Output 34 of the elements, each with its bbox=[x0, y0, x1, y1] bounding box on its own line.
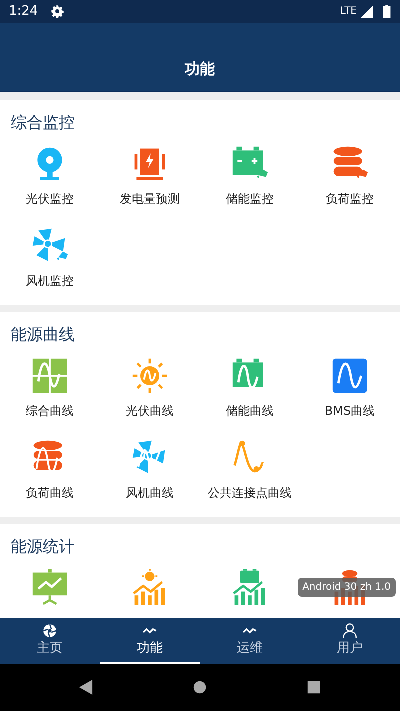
function-label[interactable]: BMS曲线 bbox=[324, 402, 376, 420]
battery-icon bbox=[383, 5, 391, 18]
recents-icon[interactable] bbox=[307, 680, 321, 695]
network-label: LTE bbox=[340, 6, 357, 17]
function-label[interactable]: 发电量预测 bbox=[120, 190, 180, 208]
sun-curve-icon[interactable] bbox=[131, 357, 169, 395]
function-label[interactable]: 负荷曲线 bbox=[26, 484, 74, 502]
function-label[interactable]: 综合曲线 bbox=[26, 402, 74, 420]
function-label[interactable]: 储能曲线 bbox=[226, 402, 274, 420]
nav-tab[interactable]: 用户 bbox=[300, 618, 400, 664]
function-label[interactable]: 负荷监控 bbox=[326, 190, 374, 208]
section-title: 能源曲线 bbox=[11, 324, 76, 346]
nav-tab[interactable]: 运维 bbox=[200, 618, 300, 664]
signal-icon bbox=[361, 6, 373, 18]
chart-board-icon[interactable] bbox=[31, 569, 69, 607]
aperture-icon bbox=[42, 623, 58, 639]
user-icon bbox=[342, 623, 358, 639]
section-title: 能源统计 bbox=[11, 536, 76, 558]
function-label[interactable]: 风机曲线 bbox=[126, 484, 174, 502]
section-title: 综合监控 bbox=[11, 112, 76, 134]
back-icon[interactable] bbox=[79, 680, 93, 695]
function-label[interactable]: 储能监控 bbox=[226, 190, 274, 208]
gear-icon bbox=[51, 5, 64, 18]
home-icon[interactable] bbox=[193, 680, 207, 695]
function-label[interactable]: 风机监控 bbox=[26, 272, 74, 290]
function-label[interactable]: 公共连接点曲线 bbox=[208, 484, 292, 502]
page-title: 功能 bbox=[185, 60, 215, 78]
wave-square-icon[interactable] bbox=[331, 357, 369, 395]
status-time: 1:24 bbox=[9, 4, 38, 19]
nav-tab[interactable]: 主页 bbox=[0, 618, 100, 664]
curve-grid-icon[interactable] bbox=[31, 357, 69, 395]
function-label[interactable]: 光伏监控 bbox=[26, 190, 74, 208]
function-label[interactable]: 光伏曲线 bbox=[126, 402, 174, 420]
version-toast: Android 30 zh 1.0 bbox=[298, 578, 396, 597]
